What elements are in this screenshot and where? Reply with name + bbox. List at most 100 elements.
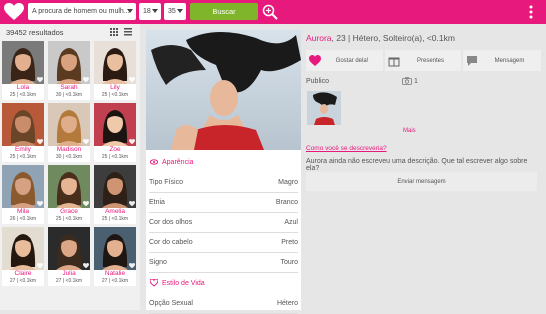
result-name[interactable]: Lily <box>94 84 136 91</box>
eye-icon <box>150 159 158 165</box>
top-bar: A procura de homem ou mulh... 18 35 Busc… <box>0 0 546 24</box>
heart-icon <box>309 54 321 66</box>
result-meta: 30 | <0.1km <box>55 92 83 98</box>
camera-icon <box>402 77 412 85</box>
result-name[interactable]: Grace <box>48 208 90 215</box>
result-name[interactable]: Natalie <box>94 270 136 277</box>
attr-label: Tipo Físico <box>149 179 183 186</box>
caret-down-icon <box>152 9 158 13</box>
appearance-row: Cor dos olhos Azul <box>149 213 298 233</box>
result-card[interactable]: Madison 30 | <0.1km <box>48 103 90 162</box>
result-card[interactable]: Claire 27 | <0.1km <box>2 227 44 286</box>
gender-select[interactable]: A procura de homem ou mulh... <box>28 3 136 20</box>
age-max-value: 35 <box>168 8 176 15</box>
favorite-heart-icon[interactable] <box>83 263 89 269</box>
result-name[interactable]: Amelia <box>94 208 136 215</box>
search-button[interactable]: Buscar <box>190 3 258 20</box>
result-card[interactable]: Lola 25 | <0.1km <box>2 41 44 100</box>
result-card[interactable]: Sarah 30 | <0.1km <box>48 41 90 100</box>
attr-label: Signo <box>149 259 167 266</box>
result-name[interactable]: Madison <box>48 146 90 153</box>
view-toggle[interactable] <box>110 28 138 36</box>
result-name[interactable]: Julia <box>48 270 90 277</box>
attr-value: Branco <box>275 199 298 206</box>
favorite-heart-icon[interactable] <box>129 263 135 269</box>
gifts-label: Presentes <box>416 57 444 64</box>
favorite-heart-icon[interactable] <box>37 139 43 145</box>
results-count: 39452 resultados <box>6 28 64 37</box>
heart-logo-icon[interactable] <box>4 3 24 21</box>
appearance-row: Etnia Branco <box>149 193 298 213</box>
send-message-button[interactable]: Enviar mensagem <box>306 172 537 191</box>
message-label: Mensagem <box>494 57 525 64</box>
result-card[interactable]: Julia 27 | <0.1km <box>48 227 90 286</box>
favorite-heart-icon[interactable] <box>83 139 89 145</box>
like-button[interactable]: Gostar dela! <box>306 50 383 71</box>
attr-value: Preto <box>281 239 298 246</box>
public-photo-thumbnail[interactable] <box>307 91 341 125</box>
results-panel: 39452 resultados Lola 25 | <0.1km Sarah 30 … <box>0 24 140 310</box>
result-card[interactable]: Amelia 25 | <0.1km <box>94 165 136 224</box>
attr-value: Azul <box>284 219 298 226</box>
result-name[interactable]: Mila <box>2 208 44 215</box>
photo-count: 1 <box>414 78 418 85</box>
favorite-heart-icon[interactable] <box>83 77 89 83</box>
favorite-heart-icon[interactable] <box>37 263 43 269</box>
gift-icon <box>388 57 400 66</box>
gender-select-value: A procura de homem ou mulh... <box>32 8 130 15</box>
favorite-heart-icon[interactable] <box>37 201 43 207</box>
profile-description: Aurora ainda não escreveu uma descrição.… <box>306 158 528 172</box>
result-meta: 25 | <0.1km <box>101 216 129 222</box>
favorite-heart-icon[interactable] <box>83 201 89 207</box>
age-min-select[interactable]: 18 <box>139 3 161 20</box>
result-name[interactable]: Lola <box>2 84 44 91</box>
heart-small-icon <box>150 279 158 287</box>
menu-dots-icon[interactable] <box>527 4 535 20</box>
result-meta: 30 | <0.1km <box>55 154 83 160</box>
favorite-heart-icon[interactable] <box>37 77 43 83</box>
appearance-row: Signo Touro <box>149 253 298 273</box>
result-card[interactable]: Mila 26 | <0.1km <box>2 165 44 224</box>
attr-label: Cor do cabelo <box>149 239 193 246</box>
result-card[interactable]: Emily 25 | <0.1km <box>2 103 44 162</box>
result-name[interactable]: Sarah <box>48 84 90 91</box>
result-card[interactable]: Natalie 27 | <0.1km <box>94 227 136 286</box>
favorite-heart-icon[interactable] <box>129 201 135 207</box>
result-meta: 25 | <0.1km <box>101 92 129 98</box>
appearance-header: Aparência <box>150 158 194 166</box>
search-plus-icon[interactable] <box>262 4 278 20</box>
gifts-button[interactable]: Presentes <box>385 50 461 71</box>
result-meta: 26 | <0.1km <box>9 216 37 222</box>
attr-value: Magro <box>278 179 298 186</box>
favorite-heart-icon[interactable] <box>129 77 135 83</box>
result-card[interactable]: Grace 25 | <0.1km <box>48 165 90 224</box>
attr-value: Hétero <box>276 300 298 307</box>
list-view-icon <box>124 28 132 36</box>
result-name[interactable]: Zoe <box>94 146 136 153</box>
appearance-row: Tipo Físico Magro <box>149 173 298 193</box>
result-meta: 25 | <0.1km <box>9 92 37 98</box>
public-label: Publico <box>306 78 329 85</box>
result-name[interactable]: Claire <box>2 270 44 277</box>
appearance-row: Cor do cabelo Preto <box>149 233 298 253</box>
message-button[interactable]: Mensagem <box>463 50 541 71</box>
favorite-heart-icon[interactable] <box>129 139 135 145</box>
result-meta: 27 | <0.1km <box>55 278 83 284</box>
lifestyle-title: Estilo de Vida <box>162 279 205 287</box>
attr-label: Opção Sexual <box>149 300 193 307</box>
result-meta: 25 | <0.1km <box>9 154 37 160</box>
lifestyle-row: Opção Sexual Hétero <box>149 294 298 314</box>
age-max-select[interactable]: 35 <box>164 3 186 20</box>
attr-label: Etnia <box>149 199 165 206</box>
more-photos-link[interactable]: Mais <box>403 128 416 134</box>
attr-value: Touro <box>280 259 298 266</box>
result-card[interactable]: Zoe 25 | <0.1km <box>94 103 136 162</box>
like-label: Gostar dela! <box>335 57 369 64</box>
result-name[interactable]: Emily <box>2 146 44 153</box>
result-meta: 25 | <0.1km <box>55 216 83 222</box>
profile-main-photo[interactable] <box>146 30 301 150</box>
lifestyle-header: Estilo de Vida <box>150 279 205 287</box>
describe-yourself-link[interactable]: Como você se descreveria? <box>306 145 387 152</box>
result-card[interactable]: Lily 25 | <0.1km <box>94 41 136 100</box>
profile-details: Aparência Tipo Físico Magro Etnia Branco Cor… <box>146 30 301 314</box>
